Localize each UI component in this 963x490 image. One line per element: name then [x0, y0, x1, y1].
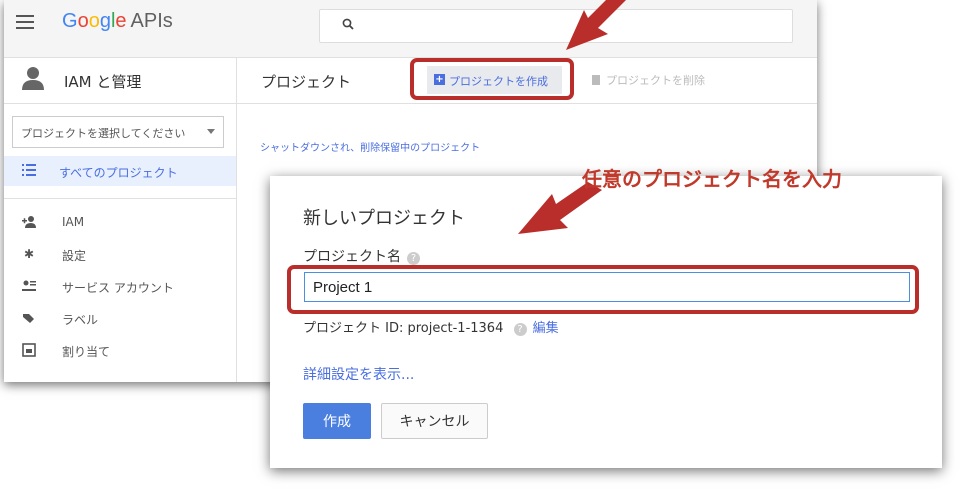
arrow-icon [566, 0, 626, 50]
menu-icon[interactable] [16, 15, 34, 29]
delete-project-label: プロジェクトを削除 [606, 74, 705, 87]
sidebar-item-labels[interactable]: ラベル [4, 304, 236, 334]
divider [4, 198, 236, 199]
project-name-label-text: プロジェクト名 [303, 249, 401, 265]
list-icon [22, 164, 36, 176]
highlight-name-input [287, 265, 919, 314]
sidebar-item-settings[interactable]: ✱ 設定 [4, 240, 236, 270]
project-id-row: プロジェクト ID: project-1-1364 ? 編集 [303, 317, 559, 336]
new-project-dialog: 新しいプロジェクト プロジェクト名? プロジェクト ID: project-1-… [270, 176, 942, 468]
delete-project-button[interactable]: プロジェクトを削除 [592, 72, 705, 88]
sidebar-title: IAM と管理 [64, 73, 142, 91]
chevron-down-icon [207, 129, 215, 134]
advanced-settings-link[interactable]: 詳細設定を表示... [303, 364, 414, 384]
project-select-label: プロジェクトを選択してください [21, 127, 186, 140]
service-account-icon [22, 279, 36, 293]
sidebar: IAM と管理 プロジェクトを選択してください すべてのプロジェクト IAM ✱… [4, 58, 237, 382]
page-title: プロジェクト [261, 73, 352, 91]
sidebar-item-label: すべてのプロジェクト [59, 166, 178, 180]
pending-deletion-link[interactable]: シャットダウンされ、削除保留中のプロジェクト [260, 139, 480, 154]
tag-icon [22, 311, 36, 325]
person-icon [22, 67, 44, 90]
annotation-callout: 任意のプロジェクト名を入力 [582, 167, 842, 191]
help-icon[interactable]: ? [513, 323, 527, 336]
quota-icon [22, 343, 36, 357]
search-icon [342, 18, 354, 30]
create-button[interactable]: 作成 [303, 403, 371, 439]
sidebar-header: IAM と管理 [4, 58, 236, 104]
sidebar-item-label: ラベル [62, 313, 99, 327]
google-apis-logo[interactable]: Google APIs [62, 10, 173, 33]
edit-project-id-link[interactable]: 編集 [533, 321, 559, 336]
dialog-title: 新しいプロジェクト [303, 208, 465, 229]
trash-icon [592, 75, 600, 85]
cancel-button[interactable]: キャンセル [381, 403, 488, 439]
add-person-icon [22, 215, 36, 229]
project-select[interactable]: プロジェクトを選択してください [12, 116, 224, 148]
sidebar-item-label: 割り当て [62, 345, 111, 359]
project-name-label: プロジェクト名? [303, 246, 420, 266]
gear-icon: ✱ [23, 247, 35, 261]
help-icon[interactable]: ? [407, 252, 420, 265]
project-id-text: プロジェクト ID: project-1-1364 [303, 321, 504, 336]
top-bar: Google APIs [4, 0, 817, 58]
sidebar-item-iam[interactable]: IAM [4, 208, 236, 238]
sidebar-item-label: 設定 [62, 249, 87, 263]
sidebar-item-all-projects[interactable]: すべてのプロジェクト [4, 156, 236, 186]
highlight-create-button [410, 58, 574, 100]
sidebar-item-label: IAM [62, 215, 85, 229]
sidebar-item-label: サービス アカウント [62, 281, 174, 295]
sidebar-item-service-accounts[interactable]: サービス アカウント [4, 272, 236, 302]
sidebar-item-quotas[interactable]: 割り当て [4, 336, 236, 366]
